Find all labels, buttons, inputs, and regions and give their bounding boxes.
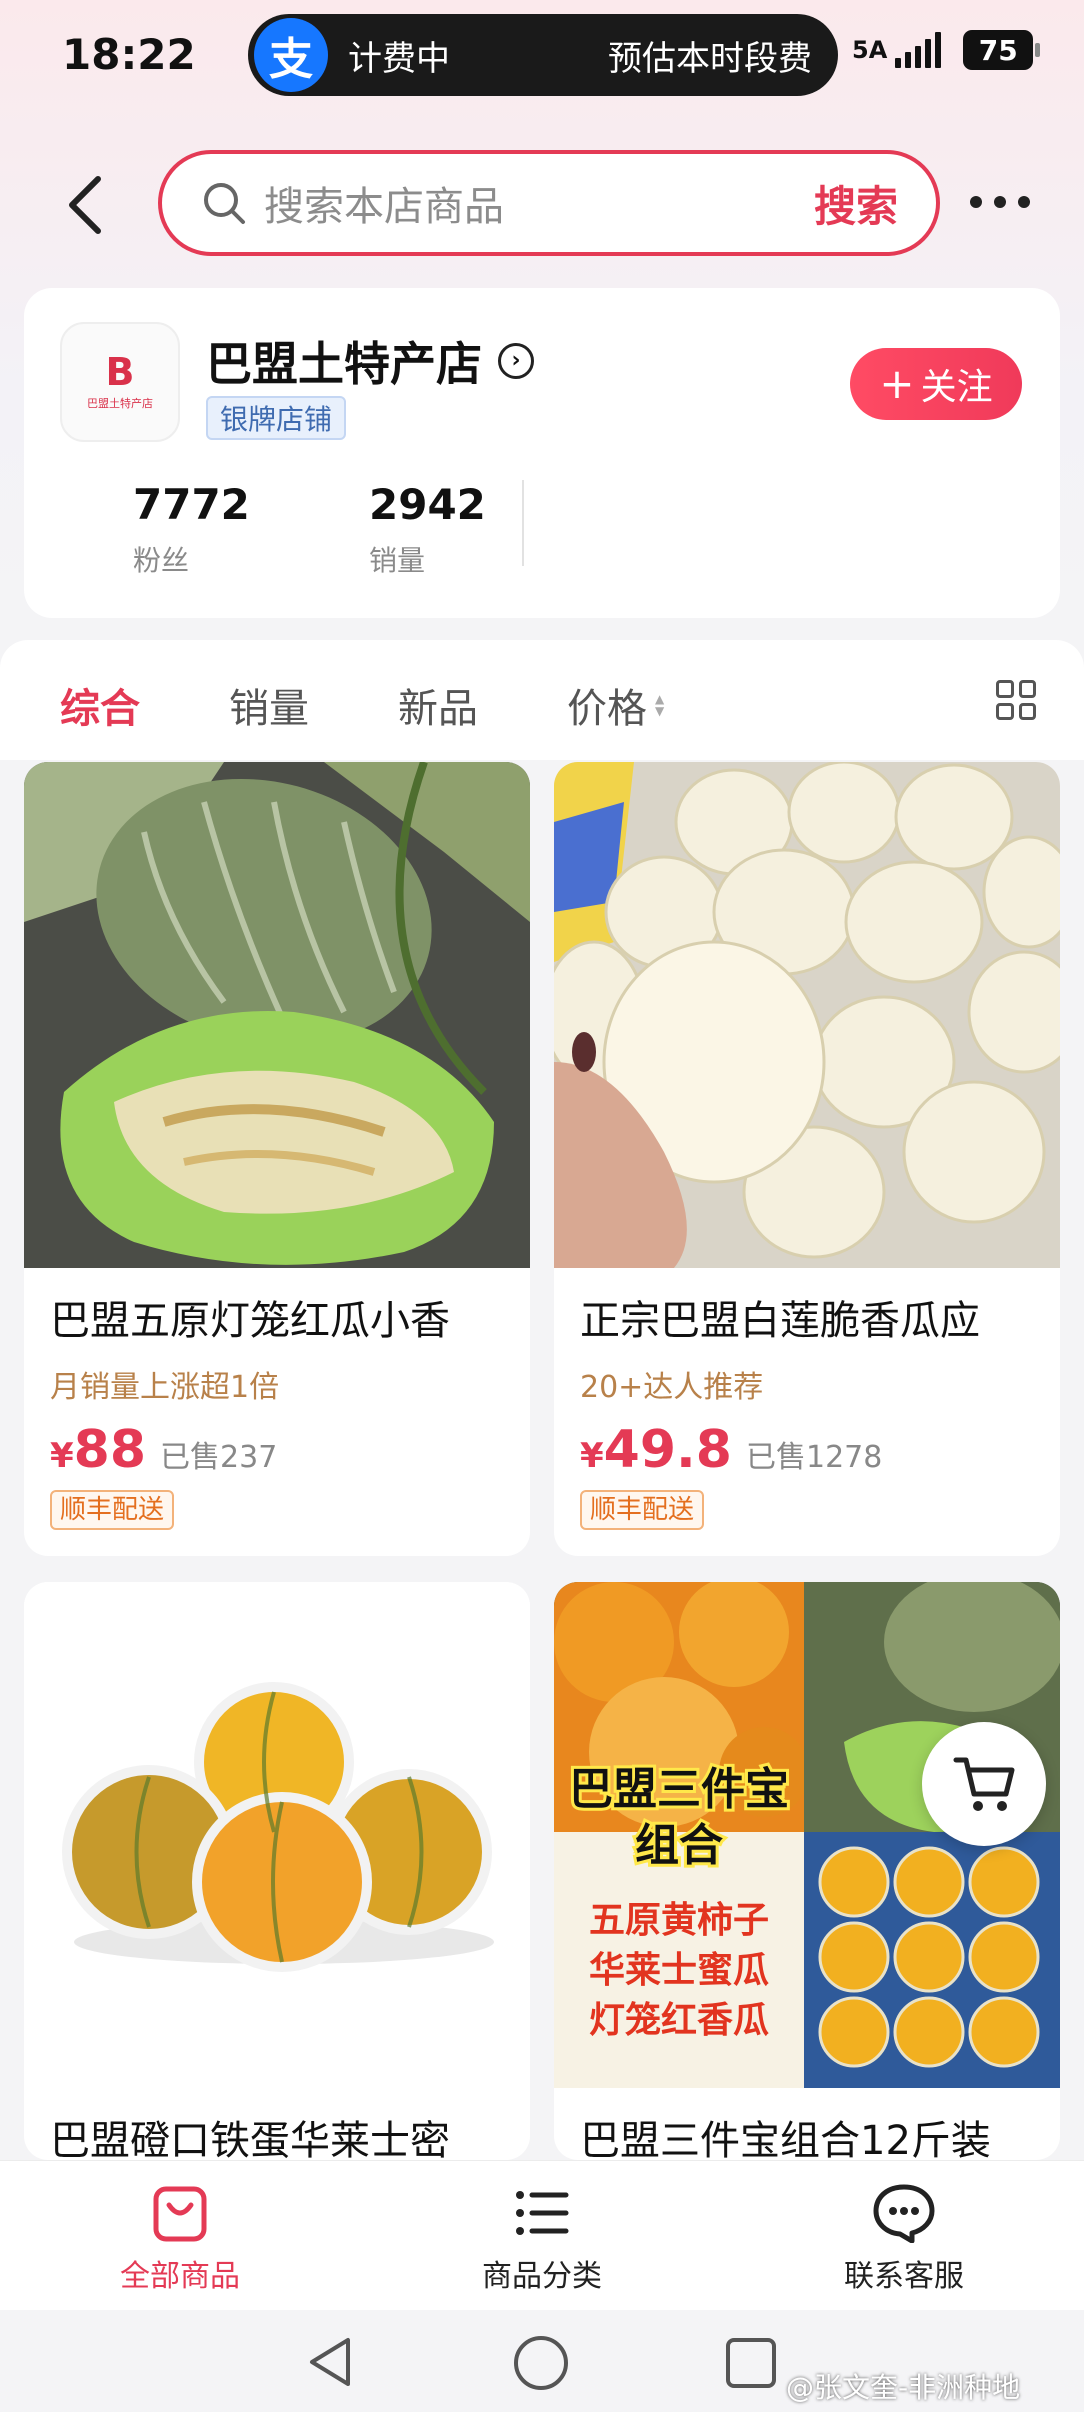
- price-row: ¥ 88 已售237: [50, 1420, 530, 1480]
- sold-count: 已售237: [160, 1440, 278, 1475]
- tab-price[interactable]: 价格 ▲ ▼: [567, 676, 664, 734]
- signal-icon: [895, 32, 942, 68]
- shipping-badge: 顺丰配送: [580, 1490, 705, 1530]
- search-icon: [204, 183, 245, 224]
- sales-stat[interactable]: 2942 销量: [369, 480, 486, 579]
- currency-symbol: ¥: [580, 1436, 604, 1476]
- grid-view-icon[interactable]: [996, 680, 1036, 720]
- back-button[interactable]: [64, 165, 124, 245]
- floating-cart-button[interactable]: [922, 1722, 1046, 1846]
- battery-level: 75: [978, 33, 1018, 67]
- alipay-icon: 支: [254, 18, 328, 92]
- product-card[interactable]: 巴盟磴口铁蛋华莱士密: [24, 1582, 530, 2160]
- follow-button[interactable]: + 关注: [850, 348, 1022, 420]
- more-options-button[interactable]: [970, 180, 1030, 224]
- list-icon: [516, 2191, 569, 2235]
- nav-label: 联系客服: [844, 2259, 964, 2294]
- pay-estimate-text: 预估本时段费: [608, 38, 812, 79]
- search-box[interactable]: 搜索本店商品 搜索: [158, 150, 940, 256]
- shop-level-badge: 银牌店铺: [206, 396, 347, 440]
- search-input[interactable]: 搜索本店商品: [264, 174, 504, 232]
- system-home-icon[interactable]: [512, 2334, 570, 2392]
- product-card[interactable]: 巴盟三件宝 组合 五原黄柿子 华莱士蜜瓜 灯笼红香瓜 巴盟三件宝组合12斤装: [554, 1582, 1060, 2160]
- followers-label: 粉丝: [133, 544, 190, 577]
- chevron-right-circle-icon: ›: [498, 343, 534, 379]
- tab-comprehensive[interactable]: 综合: [60, 676, 140, 734]
- sort-tabs: 综合 销量 新品 价格 ▲ ▼: [0, 640, 1084, 760]
- product-title: 巴盟磴口铁蛋华莱士密: [50, 2118, 450, 2160]
- search-button[interactable]: 搜索: [814, 173, 898, 234]
- chat-bubble-icon: [873, 2184, 935, 2243]
- sort-arrows-icon: ▲ ▼: [655, 692, 665, 718]
- shop-logo[interactable]: B 巴盟土特产店: [60, 322, 180, 442]
- product-tag: 月销量上涨超1倍: [50, 1370, 280, 1405]
- nav-label: 商品分类: [482, 2259, 602, 2294]
- product-price: 88: [73, 1420, 147, 1480]
- status-time: 18:22: [62, 30, 196, 79]
- pay-status-text: 计费中: [348, 38, 450, 79]
- product-title: 正宗巴盟白莲脆香瓜应: [580, 1298, 980, 1344]
- follow-label: 关注: [920, 367, 993, 408]
- network-label: 5A: [852, 36, 888, 64]
- product-image[interactable]: [554, 762, 1060, 1268]
- shop-name-link[interactable]: 巴盟土特产店 ›: [206, 328, 534, 394]
- promo-headline-2: 组合: [635, 1820, 723, 1871]
- sales-label: 销量: [369, 544, 426, 577]
- promo-line-3: 灯笼红香瓜: [589, 2000, 769, 2041]
- followers-stat[interactable]: 7772 粉丝: [133, 480, 250, 579]
- product-title: 巴盟五原灯笼红瓜小香: [50, 1298, 450, 1344]
- shop-logo-mark: B: [105, 350, 135, 394]
- stat-divider: [522, 480, 524, 566]
- nav-customer-service[interactable]: 联系客服: [784, 2183, 1024, 2295]
- shopping-bag-icon: [153, 2186, 207, 2242]
- nav-label: 全部商品: [120, 2259, 240, 2294]
- product-card[interactable]: 巴盟五原灯笼红瓜小香 月销量上涨超1倍 ¥ 88 已售237 顺丰配送: [24, 762, 530, 1556]
- shipping-badge: 顺丰配送: [50, 1490, 175, 1530]
- signal-area: 5A 75: [852, 30, 1041, 70]
- system-recents-icon[interactable]: [724, 2336, 778, 2390]
- followers-count: 7772: [133, 480, 250, 529]
- dot-icon: [1018, 196, 1030, 208]
- product-title: 巴盟三件宝组合12斤装: [580, 2118, 991, 2160]
- dot-icon: [994, 196, 1006, 208]
- currency-symbol: ¥: [50, 1436, 74, 1476]
- payment-status-pill[interactable]: 支 计费中 预估本时段费: [248, 14, 838, 96]
- tab-price-label: 价格: [567, 686, 647, 732]
- plus-icon: +: [879, 359, 915, 408]
- nav-categories[interactable]: 商品分类: [422, 2183, 662, 2295]
- product-image[interactable]: [24, 1582, 530, 2088]
- product-image[interactable]: [24, 762, 530, 1268]
- tab-sales[interactable]: 销量: [229, 676, 309, 734]
- sold-count: 已售1278: [745, 1440, 883, 1475]
- shop-name: 巴盟土特产店: [206, 337, 482, 391]
- product-tag: 20+达人推荐: [580, 1370, 764, 1405]
- watermark-text: @张文奎-非洲种地: [786, 2371, 1021, 2404]
- dot-icon: [970, 196, 982, 208]
- battery-icon: 75: [963, 30, 1041, 70]
- promo-line-2: 华莱士蜜瓜: [589, 1950, 769, 1991]
- system-back-icon[interactable]: [304, 2334, 356, 2390]
- status-bar: 18:22 支 计费中 预估本时段费 5A 75: [0, 0, 1084, 110]
- price-row: ¥ 49.8 已售1278: [580, 1420, 1060, 1480]
- promo-headline-1: 巴盟三件宝: [569, 1764, 789, 1815]
- nav-all-products[interactable]: 全部商品: [60, 2183, 300, 2295]
- shop-logo-name: 巴盟土特产店: [87, 397, 153, 410]
- shop-card: B 巴盟土特产店 巴盟土特产店 › 银牌店铺 + 关注 7772 粉丝 2942…: [24, 288, 1060, 618]
- shopping-cart-icon: [953, 1757, 1015, 1811]
- bottom-navigation: 全部商品 商品分类 联系客服: [0, 2160, 1084, 2310]
- product-price: 49.8: [603, 1420, 732, 1480]
- tab-new[interactable]: 新品: [398, 676, 478, 734]
- product-card[interactable]: 正宗巴盟白莲脆香瓜应 20+达人推荐 ¥ 49.8 已售1278 顺丰配送: [554, 762, 1060, 1556]
- sales-count: 2942: [369, 480, 486, 529]
- promo-line-1: 五原黄柿子: [589, 1900, 769, 1941]
- chevron-left-icon: [69, 176, 101, 234]
